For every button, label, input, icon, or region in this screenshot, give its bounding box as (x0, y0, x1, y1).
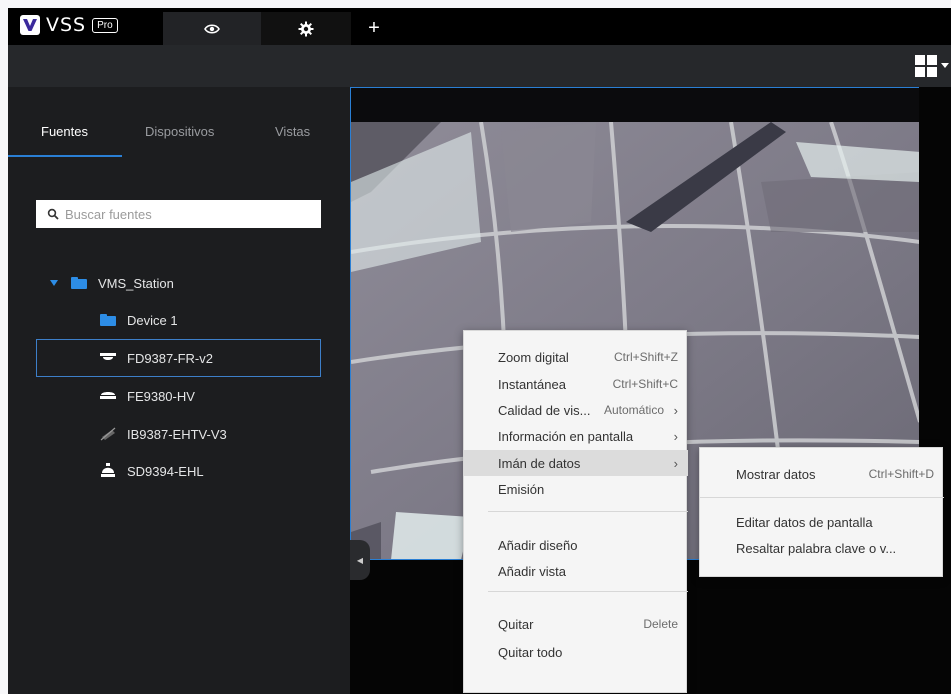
menu-item-label: Mostrar datos (736, 466, 816, 482)
tree-item-camera[interactable]: SD9394-EHL (8, 452, 350, 490)
menu-item-quitar[interactable]: Quitar Delete (464, 612, 688, 636)
tree-item-root[interactable]: VMS_Station (8, 264, 350, 302)
tree-item-camera[interactable]: FD9387-FR-v2 (36, 339, 321, 377)
sidebar: Fuentes Dispositivos Vistas VMS_Station … (8, 87, 350, 694)
search-input[interactable] (65, 206, 305, 222)
menu-item-iman-de-datos[interactable]: Imán de datos › (464, 450, 688, 476)
menu-item-emision[interactable]: Emisión (464, 477, 688, 501)
fisheye-camera-icon (100, 392, 116, 399)
menu-item-label: Quitar todo (498, 644, 563, 660)
bullet-camera-offline-icon (100, 427, 116, 441)
app-name: VSS (46, 14, 87, 36)
tree-item-label: FE9380-HV (127, 388, 195, 404)
submenu-iman-de-datos: Mostrar datos Ctrl+Shift+D Editar datos … (699, 447, 944, 577)
tree-item-camera[interactable]: FE9380-HV (8, 377, 350, 415)
app-logo: VSS Pro (20, 14, 118, 36)
menu-item-label: Editar datos de pantalla (736, 514, 873, 530)
folder-icon (100, 314, 116, 326)
add-tab-button[interactable]: + (351, 12, 397, 45)
menu-divider (488, 511, 688, 512)
menu-item-value: Automático (603, 403, 664, 417)
menu-item-label: Quitar (498, 616, 534, 632)
menu-item-label: Calidad de vis... (498, 402, 591, 418)
menu-item-label: Resaltar palabra clave o v... (736, 540, 897, 556)
menu-item-zoom-digital[interactable]: Zoom digital Ctrl+Shift+Z (464, 345, 688, 369)
speed-dome-camera-icon (101, 463, 115, 477)
menu-item-editar-datos[interactable]: Editar datos de pantalla (700, 510, 944, 534)
layout-grid-icon[interactable] (915, 55, 937, 77)
top-bar: VSS Pro + (8, 8, 951, 45)
folder-icon (71, 277, 87, 289)
menu-item-label: Instantánea (498, 376, 566, 392)
menu-item-label: Zoom digital (498, 349, 569, 365)
active-tab-indicator (8, 155, 122, 157)
menu-item-label: Información en pantalla (498, 428, 634, 444)
tab-liveview[interactable] (163, 12, 261, 45)
context-menu: Zoom digital Ctrl+Shift+Z Instantánea Ct… (463, 330, 688, 693)
dome-camera-icon (100, 353, 116, 360)
tree-item-camera[interactable]: IB9387-EHTV-V3 (8, 415, 350, 453)
menu-item-label: Añadir diseño (498, 537, 578, 553)
tree-item-label: FD9387-FR-v2 (127, 350, 213, 366)
menu-item-resaltar[interactable]: Resaltar palabra clave o v... (700, 536, 944, 560)
search-icon (47, 208, 59, 220)
menu-item-mostrar-datos[interactable]: Mostrar datos Ctrl+Shift+D (700, 462, 944, 486)
menu-item-label: Imán de datos (498, 455, 581, 471)
tree-item-label: SD9394-EHL (127, 463, 204, 479)
chevron-right-icon: › (673, 455, 678, 471)
menu-item-shortcut: Ctrl+Shift+Z (613, 350, 678, 364)
chevron-down-icon[interactable] (50, 280, 58, 286)
menu-divider (700, 497, 944, 498)
menu-item-label: Añadir vista (498, 563, 566, 579)
chevron-left-icon: ◀ (356, 555, 364, 565)
eye-icon (204, 23, 220, 34)
menu-item-anadir-diseno[interactable]: Añadir diseño (464, 533, 688, 557)
tab-settings[interactable] (261, 12, 351, 45)
menu-item-shortcut: Delete (643, 617, 678, 631)
sidebar-tabs: Fuentes Dispositivos Vistas (8, 87, 350, 157)
sidebar-collapse-button[interactable]: ◀ (350, 540, 370, 580)
chevron-right-icon: › (673, 428, 678, 444)
gear-icon (298, 21, 314, 36)
chevron-down-icon[interactable] (941, 63, 949, 68)
tab-fuentes[interactable]: Fuentes (41, 124, 88, 139)
menu-item-anadir-vista[interactable]: Añadir vista (464, 559, 688, 583)
menu-item-instantanea[interactable]: Instantánea Ctrl+Shift+C (464, 372, 688, 396)
tab-dispositivos[interactable]: Dispositivos (145, 124, 214, 139)
vss-app-window: VSS Pro + Fuentes Dispositivos Vistas Bu… (8, 8, 951, 694)
tree-item-label: Device 1 (127, 312, 178, 328)
chevron-right-icon: › (673, 402, 678, 418)
search-box (36, 200, 321, 228)
menu-divider (488, 591, 688, 592)
menu-item-label: Emisión (498, 481, 545, 497)
menu-item-calidad[interactable]: Calidad de vis... Automático › (464, 398, 688, 422)
edition-badge: Pro (92, 17, 118, 33)
vivotek-logo-icon (20, 15, 40, 35)
tab-vistas[interactable]: Vistas (275, 124, 310, 139)
toolbar (8, 45, 951, 87)
tree-item-label: IB9387-EHTV-V3 (127, 426, 227, 442)
tree-item-label: VMS_Station (98, 275, 174, 291)
menu-item-shortcut: Ctrl+Shift+D (868, 467, 934, 481)
menu-item-quitar-todo[interactable]: Quitar todo (464, 640, 688, 664)
menu-item-informacion[interactable]: Información en pantalla › (464, 424, 688, 448)
tree-item-device[interactable]: Device 1 (8, 301, 350, 339)
menu-item-shortcut: Ctrl+Shift+C (612, 377, 678, 391)
